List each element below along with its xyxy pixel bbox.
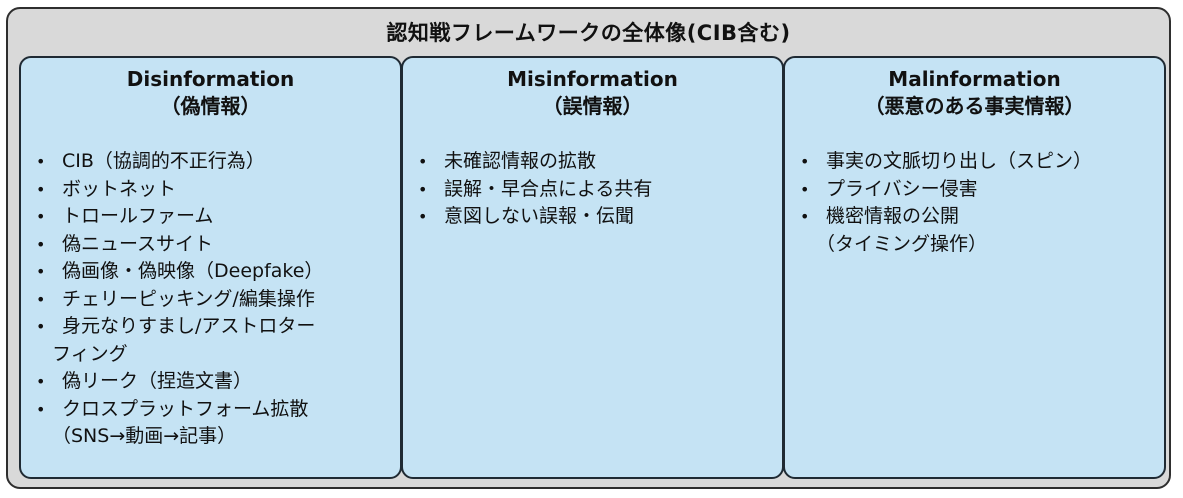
bullet-icon: • xyxy=(800,179,810,199)
bullet-icon: • xyxy=(418,152,428,171)
bullet-icon: • xyxy=(36,152,46,171)
list-item: • プライバシー侵害 xyxy=(797,176,1164,204)
list-item-continuation: （SNS→動画→記事） xyxy=(52,425,237,447)
bullet-icon: • xyxy=(36,372,46,391)
list-item-text: 身元なりすまし/アストロター xyxy=(62,315,316,337)
list-item-text: 誤解・早合点による共有 xyxy=(444,177,653,200)
bullet-icon: • xyxy=(800,152,810,171)
list-item-text: チェリーピッキング/編集操作 xyxy=(62,287,315,310)
panel-heading: Misinformation （誤情報） xyxy=(403,66,782,120)
panel-subtitle: （偽情報） xyxy=(160,94,261,118)
list-item-text: 機密情報の公開 xyxy=(826,205,960,227)
panel-title: Malinformation xyxy=(888,67,1061,91)
bullet-icon: • xyxy=(418,179,428,199)
bullet-icon: • xyxy=(418,207,428,226)
bullet-icon: • xyxy=(36,207,46,226)
panel-malinformation: Malinformation （悪意のある事実情報） • 事実の文脈切り出し（スピ… xyxy=(783,56,1166,479)
list-item: • 身元なりすまし/アストロターフィング xyxy=(33,313,400,368)
item-list: • CIB（協調的不正行為） • ボットネット • トロールファーム • 偽ニュースサイト • 偽… xyxy=(21,148,400,451)
list-item-text: 偽リーク（捏造文書） xyxy=(62,370,253,392)
list-item: • ボットネット xyxy=(33,176,400,204)
list-item-text: 未確認情報の拡散 xyxy=(444,150,597,172)
bullet-icon: • xyxy=(36,262,46,281)
list-item: • 意図しない誤報・伝聞 xyxy=(415,203,782,231)
panel-subtitle: （誤情報） xyxy=(542,94,643,118)
panel-title: Disinformation xyxy=(126,67,295,91)
bullet-icon: • xyxy=(800,207,810,226)
panel-subtitle: （悪意のある事実情報） xyxy=(864,94,1085,118)
list-item: • トロールファーム xyxy=(33,203,400,231)
list-item-text: 意図しない誤報・伝聞 xyxy=(444,205,635,227)
list-item: • 未確認情報の拡散 xyxy=(415,148,782,176)
item-list: • 事実の文脈切り出し（スピン） • プライバシー侵害 • 機密情報の公開 （タイミング操作… xyxy=(785,148,1164,258)
bullet-icon: • xyxy=(36,179,46,199)
panel-title: Misinformation xyxy=(507,67,678,91)
list-item: • 事実の文脈切り出し（スピン） xyxy=(797,148,1164,176)
bullet-icon: • xyxy=(36,234,46,254)
bullet-icon: • xyxy=(36,317,46,336)
list-item-continuation: フィング xyxy=(52,342,128,365)
list-item-text: CIB（協調的不正行為） xyxy=(62,150,265,172)
list-item-text: クロスプラットフォーム拡散 xyxy=(62,397,309,420)
framework-container: 認知戦フレームワークの全体像(CIB含む) Disinformation （偽情… xyxy=(6,7,1171,489)
panel-misinformation: Misinformation （誤情報） • 未確認情報の拡散 • 誤解・早合点による… xyxy=(401,56,784,479)
list-item-text: トロールファーム xyxy=(62,205,214,227)
bullet-icon: • xyxy=(36,399,46,419)
list-item: • チェリーピッキング/編集操作 xyxy=(33,286,400,314)
bullet-icon: • xyxy=(36,289,46,309)
list-item-text: 偽画像・偽映像（Deepfake） xyxy=(62,260,324,282)
list-item: • 誤解・早合点による共有 xyxy=(415,176,782,204)
panel-disinformation: Disinformation （偽情報） • CIB（協調的不正行為） • ボットネッ… xyxy=(19,56,402,479)
list-item: • 機密情報の公開 （タイミング操作） xyxy=(797,203,1164,258)
diagram-title: 認知戦フレームワークの全体像(CIB含む) xyxy=(386,21,791,45)
list-item: • クロスプラットフォーム拡散 （SNS→動画→記事） xyxy=(33,396,400,451)
item-list: • 未確認情報の拡散 • 誤解・早合点による共有 • 意図しない誤報・伝聞 xyxy=(403,148,782,231)
list-item-text: プライバシー侵害 xyxy=(826,177,978,200)
list-item: • 偽画像・偽映像（Deepfake） xyxy=(33,258,400,286)
list-item-text: ボットネット xyxy=(62,177,177,200)
list-item: • 偽リーク（捏造文書） xyxy=(33,368,400,396)
panel-heading: Disinformation （偽情報） xyxy=(21,66,400,120)
list-item-continuation: （タイミング操作） xyxy=(816,232,988,255)
list-item-text: 事実の文脈切り出し（スピン） xyxy=(826,150,1093,172)
list-item: • 偽ニュースサイト xyxy=(33,231,400,259)
list-item-text: 偽ニュースサイト xyxy=(62,232,214,255)
panel-heading: Malinformation （悪意のある事実情報） xyxy=(785,66,1164,120)
list-item: • CIB（協調的不正行為） xyxy=(33,148,400,176)
